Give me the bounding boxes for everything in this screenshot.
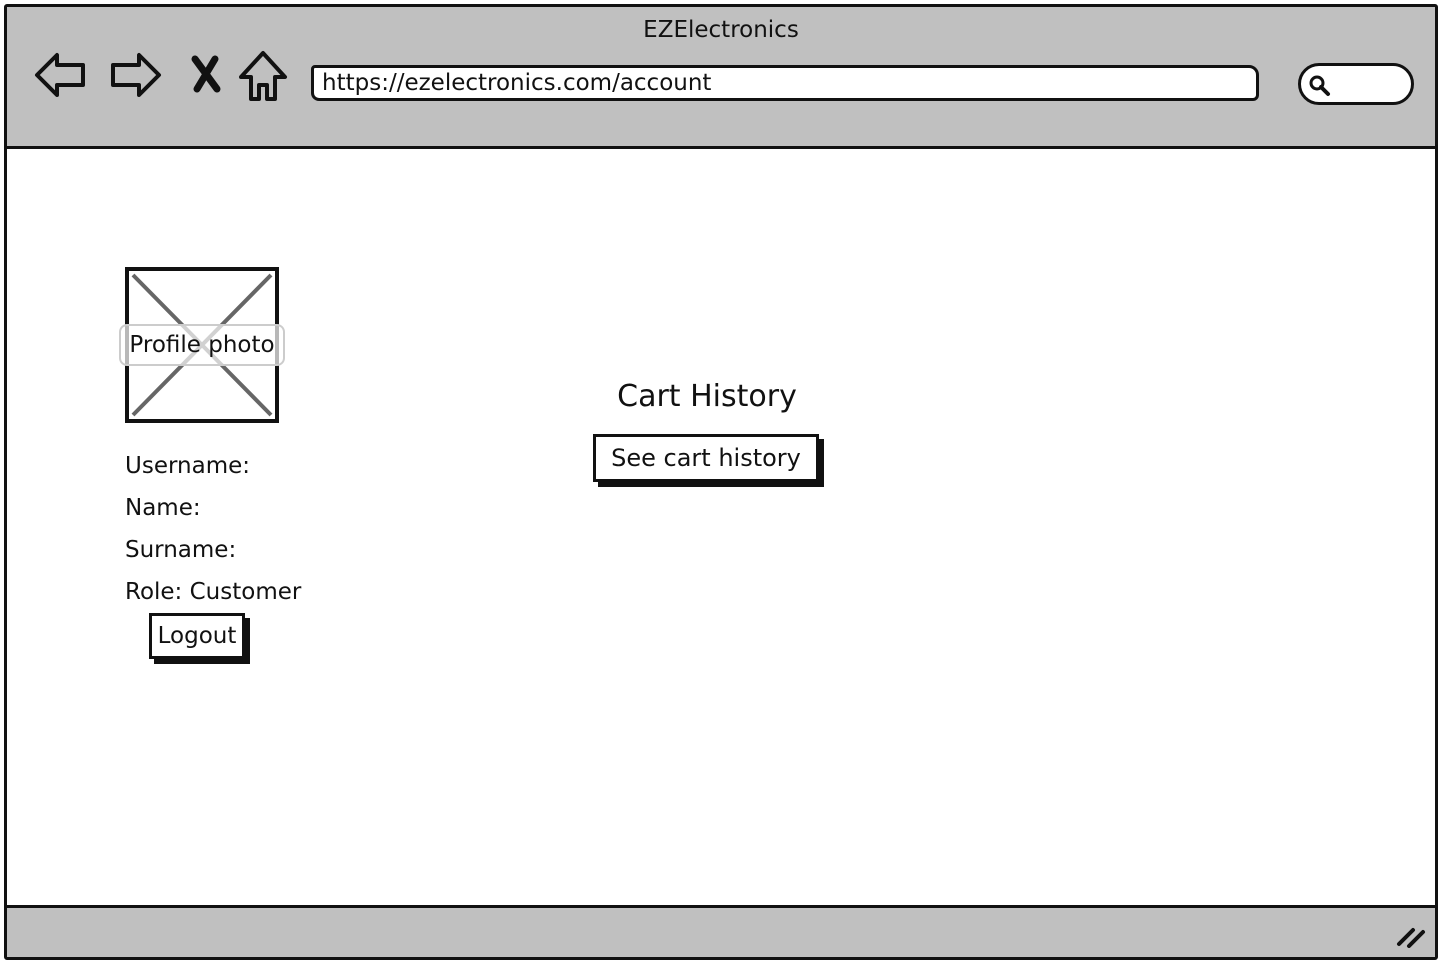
cart-history-title: Cart History	[617, 379, 797, 414]
home-icon[interactable]	[235, 47, 291, 103]
back-arrow-icon[interactable]	[33, 47, 89, 103]
forward-arrow-icon[interactable]	[107, 47, 163, 103]
resize-grip-icon[interactable]	[1395, 922, 1427, 948]
name-label: Name:	[125, 495, 201, 521]
surname-label: Surname:	[125, 537, 237, 563]
logout-button[interactable]: Logout	[149, 613, 245, 659]
see-cart-history-button[interactable]: See cart history	[593, 434, 819, 482]
search-icon	[1309, 75, 1330, 96]
browser-toolbar: EZElectronics https://ezelectronics.com/…	[7, 7, 1435, 149]
role-label: Role: Customer	[125, 579, 302, 605]
browser-window: EZElectronics https://ezelectronics.com/…	[4, 4, 1438, 960]
url-bar[interactable]: https://ezelectronics.com/account	[311, 65, 1259, 101]
stop-icon[interactable]	[179, 47, 235, 103]
status-bar	[7, 905, 1435, 957]
search-field[interactable]	[1298, 63, 1414, 105]
profile-photo-label: Profile photo	[119, 324, 285, 366]
window-title: EZElectronics	[643, 17, 799, 43]
username-label: Username:	[125, 453, 250, 479]
